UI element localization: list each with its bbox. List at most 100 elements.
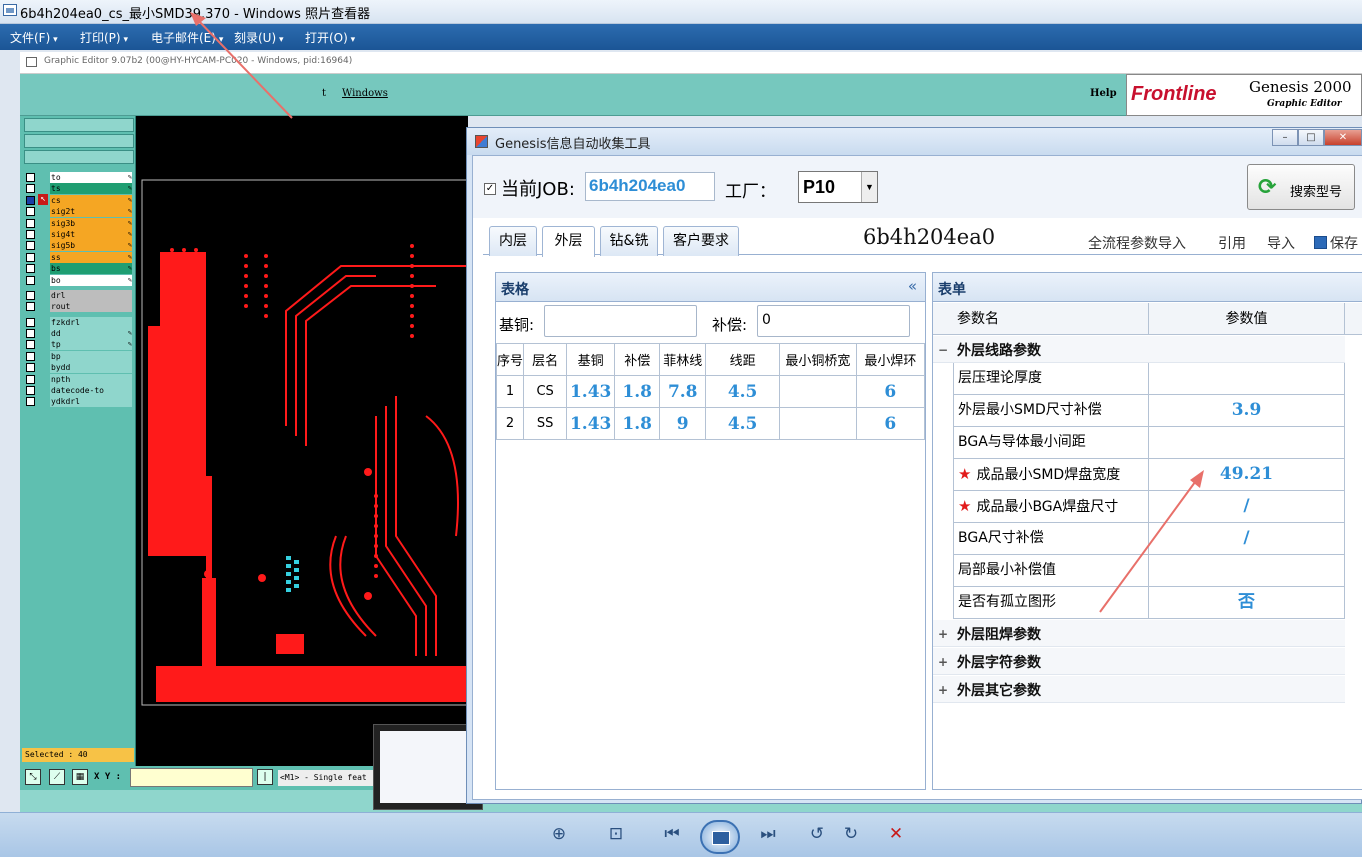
import-button[interactable]: 导入: [1267, 233, 1295, 253]
cell-index[interactable]: 2: [495, 407, 525, 440]
col-base-copper[interactable]: 基铜: [566, 343, 616, 376]
menu-burn[interactable]: 刻录(U): [234, 29, 284, 46]
param-value[interactable]: 49.21: [1149, 459, 1345, 491]
layer-checkbox[interactable]: [26, 340, 35, 350]
layer-checkbox[interactable]: [26, 290, 35, 300]
cell-index[interactable]: 1: [495, 375, 525, 408]
zoom-icon[interactable]: ⊕: [545, 822, 573, 846]
col-film-line[interactable]: 菲林线: [659, 343, 707, 376]
layer-row[interactable]: rout: [24, 301, 132, 313]
genesis-menu-help[interactable]: Help: [1090, 88, 1117, 99]
previous-icon[interactable]: ⏮: [658, 822, 686, 846]
tab-inner-layer[interactable]: 内层: [489, 226, 537, 256]
layer-row[interactable]: ydkdrl: [24, 396, 132, 408]
col-layer[interactable]: 层名: [523, 343, 568, 376]
cell-compensation[interactable]: 1.8: [614, 407, 661, 440]
layer-checkbox[interactable]: [26, 302, 35, 312]
maximize-button[interactable]: □: [1298, 129, 1324, 146]
cell-min-bridge[interactable]: [779, 375, 857, 408]
param-row[interactable]: ★ 成品最小BGA焊盘尺寸 /: [953, 491, 1345, 523]
layer-checkbox[interactable]: [26, 351, 35, 361]
param-row[interactable]: 层压理论厚度: [953, 363, 1345, 395]
layer-checkbox[interactable]: [26, 207, 35, 217]
comp-input[interactable]: 0: [757, 305, 910, 337]
zoom-tool-icon[interactable]: ⤡: [25, 769, 41, 785]
layer-row[interactable]: ↖ cs ✎: [24, 193, 132, 206]
layer-row[interactable]: dd ✎: [24, 328, 132, 340]
pcb-canvas[interactable]: [136, 116, 468, 766]
search-model-button[interactable]: ⟳ 搜索型号: [1247, 164, 1355, 210]
quote-button[interactable]: 引用: [1218, 233, 1246, 253]
layer-row[interactable]: drl: [24, 289, 132, 301]
layer-row[interactable]: sig4t ✎: [24, 228, 132, 240]
group-solder-mask[interactable]: + 外层阻焊参数: [933, 620, 1345, 647]
layer-checkbox[interactable]: [26, 241, 35, 251]
job-input[interactable]: 6b4h204ea0: [585, 172, 715, 201]
menu-file[interactable]: 文件(F): [10, 29, 58, 46]
layer-checkbox[interactable]: [26, 397, 35, 407]
param-row[interactable]: 是否有孤立图形 否: [953, 587, 1345, 619]
param-value[interactable]: [1149, 427, 1345, 459]
param-row[interactable]: 局部最小补偿值: [953, 555, 1345, 587]
tab-drill-mill[interactable]: 钻&铣: [600, 226, 658, 256]
tab-outer-layer[interactable]: 外层: [542, 226, 595, 257]
slideshow-button[interactable]: [700, 820, 740, 854]
layer-row[interactable]: to ✎: [24, 172, 132, 183]
cell-film-line[interactable]: 9: [659, 407, 707, 440]
param-value[interactable]: /: [1149, 523, 1345, 555]
layer-checkbox[interactable]: [26, 317, 35, 327]
layer-row[interactable]: npth: [24, 373, 132, 385]
base-copper-input[interactable]: [544, 305, 697, 337]
param-value[interactable]: /: [1149, 491, 1345, 523]
param-row[interactable]: ★ 成品最小SMD焊盘宽度 49.21: [953, 459, 1345, 491]
col-compensation[interactable]: 补偿: [614, 343, 661, 376]
param-row[interactable]: BGA与导体最小间距: [953, 427, 1345, 459]
job-checkbox[interactable]: ✓: [484, 183, 496, 195]
layer-checkbox[interactable]: [26, 252, 35, 262]
cell-min-bridge[interactable]: [779, 407, 857, 440]
cell-base-copper[interactable]: 1.43: [566, 407, 616, 440]
genesis-menu-partial[interactable]: t: [322, 88, 326, 99]
group-outer-circuit[interactable]: − 外层线路参数: [933, 336, 1345, 363]
layer-checkbox[interactable]: [26, 195, 35, 205]
param-value[interactable]: [1149, 555, 1345, 587]
cell-min-ring[interactable]: 6: [855, 375, 926, 408]
table-row[interactable]: 2 SS 1.43 1.8 9 4.5 6: [495, 407, 926, 440]
cell-spacing[interactable]: 4.5: [705, 375, 781, 408]
layer-checkbox[interactable]: [26, 184, 35, 194]
chevron-down-icon[interactable]: ▼: [861, 172, 877, 202]
col-min-bridge[interactable]: 最小铜桥宽: [779, 343, 857, 376]
param-value[interactable]: 3.9: [1149, 395, 1345, 427]
param-row[interactable]: BGA尺寸补偿 /: [953, 523, 1345, 555]
layer-checkbox[interactable]: [26, 229, 35, 239]
layer-row[interactable]: ss ✎: [24, 251, 132, 263]
cell-layer[interactable]: CS: [523, 375, 568, 408]
factory-select[interactable]: P10 ▼: [798, 171, 878, 203]
delete-icon[interactable]: ✕: [882, 822, 910, 846]
layer-row[interactable]: datecode-to: [24, 385, 132, 397]
snap-tool-icon[interactable]: |: [257, 769, 273, 785]
measure-tool-icon[interactable]: ⟋: [49, 769, 65, 785]
menu-email[interactable]: 电子邮件(E): [151, 29, 223, 46]
layer-row[interactable]: sig5b ✎: [24, 240, 132, 252]
group-legend[interactable]: + 外层字符参数: [933, 648, 1345, 675]
fit-window-icon[interactable]: ⊡: [602, 822, 630, 846]
param-row[interactable]: 外层最小SMD尺寸补偿 3.9: [953, 395, 1345, 427]
menu-print[interactable]: 打印(P): [80, 29, 128, 46]
expand-plus-icon[interactable]: +: [938, 683, 948, 697]
col-spacing[interactable]: 线距: [705, 343, 781, 376]
layer-row[interactable]: bo ✎: [24, 274, 132, 286]
minimize-button[interactable]: –: [1272, 129, 1298, 146]
genesis-menu-windows[interactable]: Windows: [342, 88, 388, 99]
layer-row[interactable]: bydd: [24, 362, 132, 374]
table-row[interactable]: 1 CS 1.43 1.8 7.8 4.5 6: [495, 375, 926, 408]
cell-layer[interactable]: SS: [523, 407, 568, 440]
param-value[interactable]: 否: [1149, 587, 1345, 619]
menu-open[interactable]: 打开(O): [305, 29, 355, 46]
collapse-minus-icon[interactable]: −: [938, 343, 948, 357]
tab-customer-req[interactable]: 客户要求: [663, 226, 739, 256]
rotate-right-icon[interactable]: ↻: [837, 822, 865, 846]
grid-tool-icon[interactable]: ▦: [72, 769, 88, 785]
layer-checkbox[interactable]: [26, 363, 35, 373]
rotate-left-icon[interactable]: ↺: [803, 822, 831, 846]
